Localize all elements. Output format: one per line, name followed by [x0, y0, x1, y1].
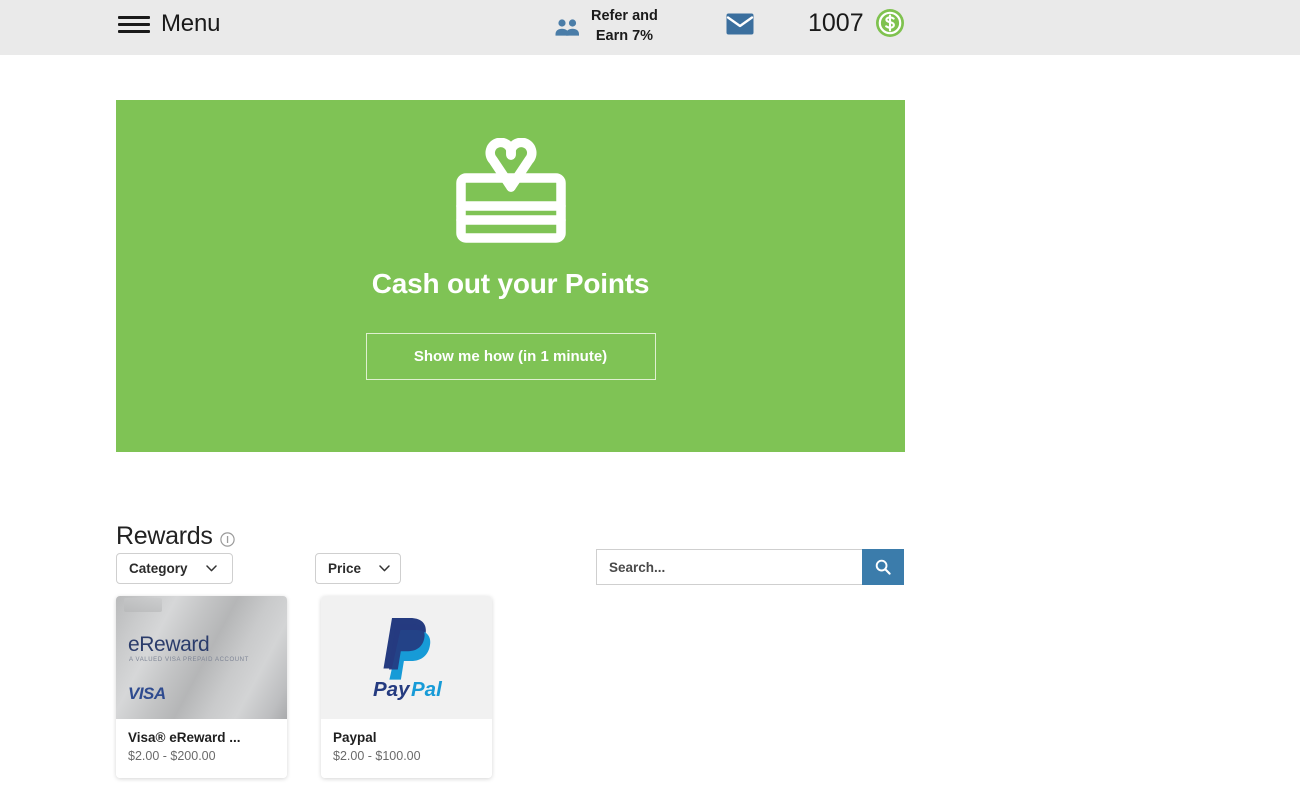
refer-line-1: Refer and [591, 8, 658, 24]
reward-card-price-range: $2.00 - $200.00 [128, 749, 216, 763]
rewards-search [596, 549, 904, 585]
search-input[interactable] [596, 549, 862, 585]
menu-button-label: Menu [161, 10, 221, 37]
refer-and-earn-label: Refer and Earn 7% [591, 7, 658, 46]
points-balance[interactable]: 1007 [808, 8, 905, 38]
rewards-section-header: Rewards [116, 522, 235, 551]
people-icon [555, 18, 579, 36]
cash-out-banner: Cash out your Points Show me how (in 1 m… [116, 100, 905, 452]
reward-card[interactable]: eReward A VALUED VISA PREPAID ACCOUNT VI… [116, 596, 287, 778]
ereward-brand-subtitle: A VALUED VISA PREPAID ACCOUNT [129, 657, 249, 663]
reward-card-price-range: $2.00 - $100.00 [333, 749, 421, 763]
banner-cta-button[interactable]: Show me how (in 1 minute) [365, 333, 656, 380]
chevron-down-icon [205, 565, 217, 572]
rewards-title: Rewards [116, 522, 213, 550]
points-balance-value: 1007 [808, 8, 864, 37]
svg-text:Pay: Pay [373, 678, 411, 701]
search-icon [875, 559, 891, 575]
top-header-bar: Menu Refer and Earn 7% 1007 [0, 0, 1300, 55]
reward-card-body: Visa® eReward ... $2.00 - $200.00 [116, 719, 287, 778]
menu-button[interactable]: Menu [118, 10, 220, 38]
refer-and-earn-link[interactable]: Refer and Earn 7% [554, 7, 658, 46]
messages-button[interactable] [726, 13, 754, 35]
svg-text:Pal: Pal [411, 678, 443, 701]
reward-card-title: Paypal [333, 730, 377, 745]
visa-logo: VISA [128, 684, 166, 703]
envelope-icon [726, 13, 754, 35]
info-circle-icon[interactable] [219, 532, 235, 547]
paypal-logo: Pay Pal [373, 617, 443, 701]
price-filter-dropdown[interactable]: Price [315, 553, 401, 584]
price-filter-label: Price [328, 561, 362, 576]
search-button[interactable] [862, 549, 904, 585]
banner-title: Cash out your Points [371, 268, 650, 299]
reward-card-title: Visa® eReward ... [128, 730, 241, 745]
visa-ereward-card-image: eReward A VALUED VISA PREPAID ACCOUNT VI… [116, 596, 287, 719]
reward-card-body: Paypal $2.00 - $100.00 [321, 719, 492, 778]
ereward-brand-word: eReward [128, 633, 210, 656]
coin-icon [875, 9, 904, 37]
paypal-card-image: Pay Pal [321, 596, 492, 719]
card-chip-graphic [124, 598, 162, 612]
category-filter-dropdown[interactable]: Category [116, 553, 233, 584]
gift-icon [455, 138, 566, 243]
chevron-down-icon [379, 565, 390, 572]
reward-card[interactable]: Pay Pal Paypal $2.00 - $100.00 [321, 596, 492, 778]
category-filter-label: Category [129, 561, 188, 576]
refer-line-2: Earn 7% [595, 27, 654, 44]
hamburger-icon [118, 14, 150, 34]
